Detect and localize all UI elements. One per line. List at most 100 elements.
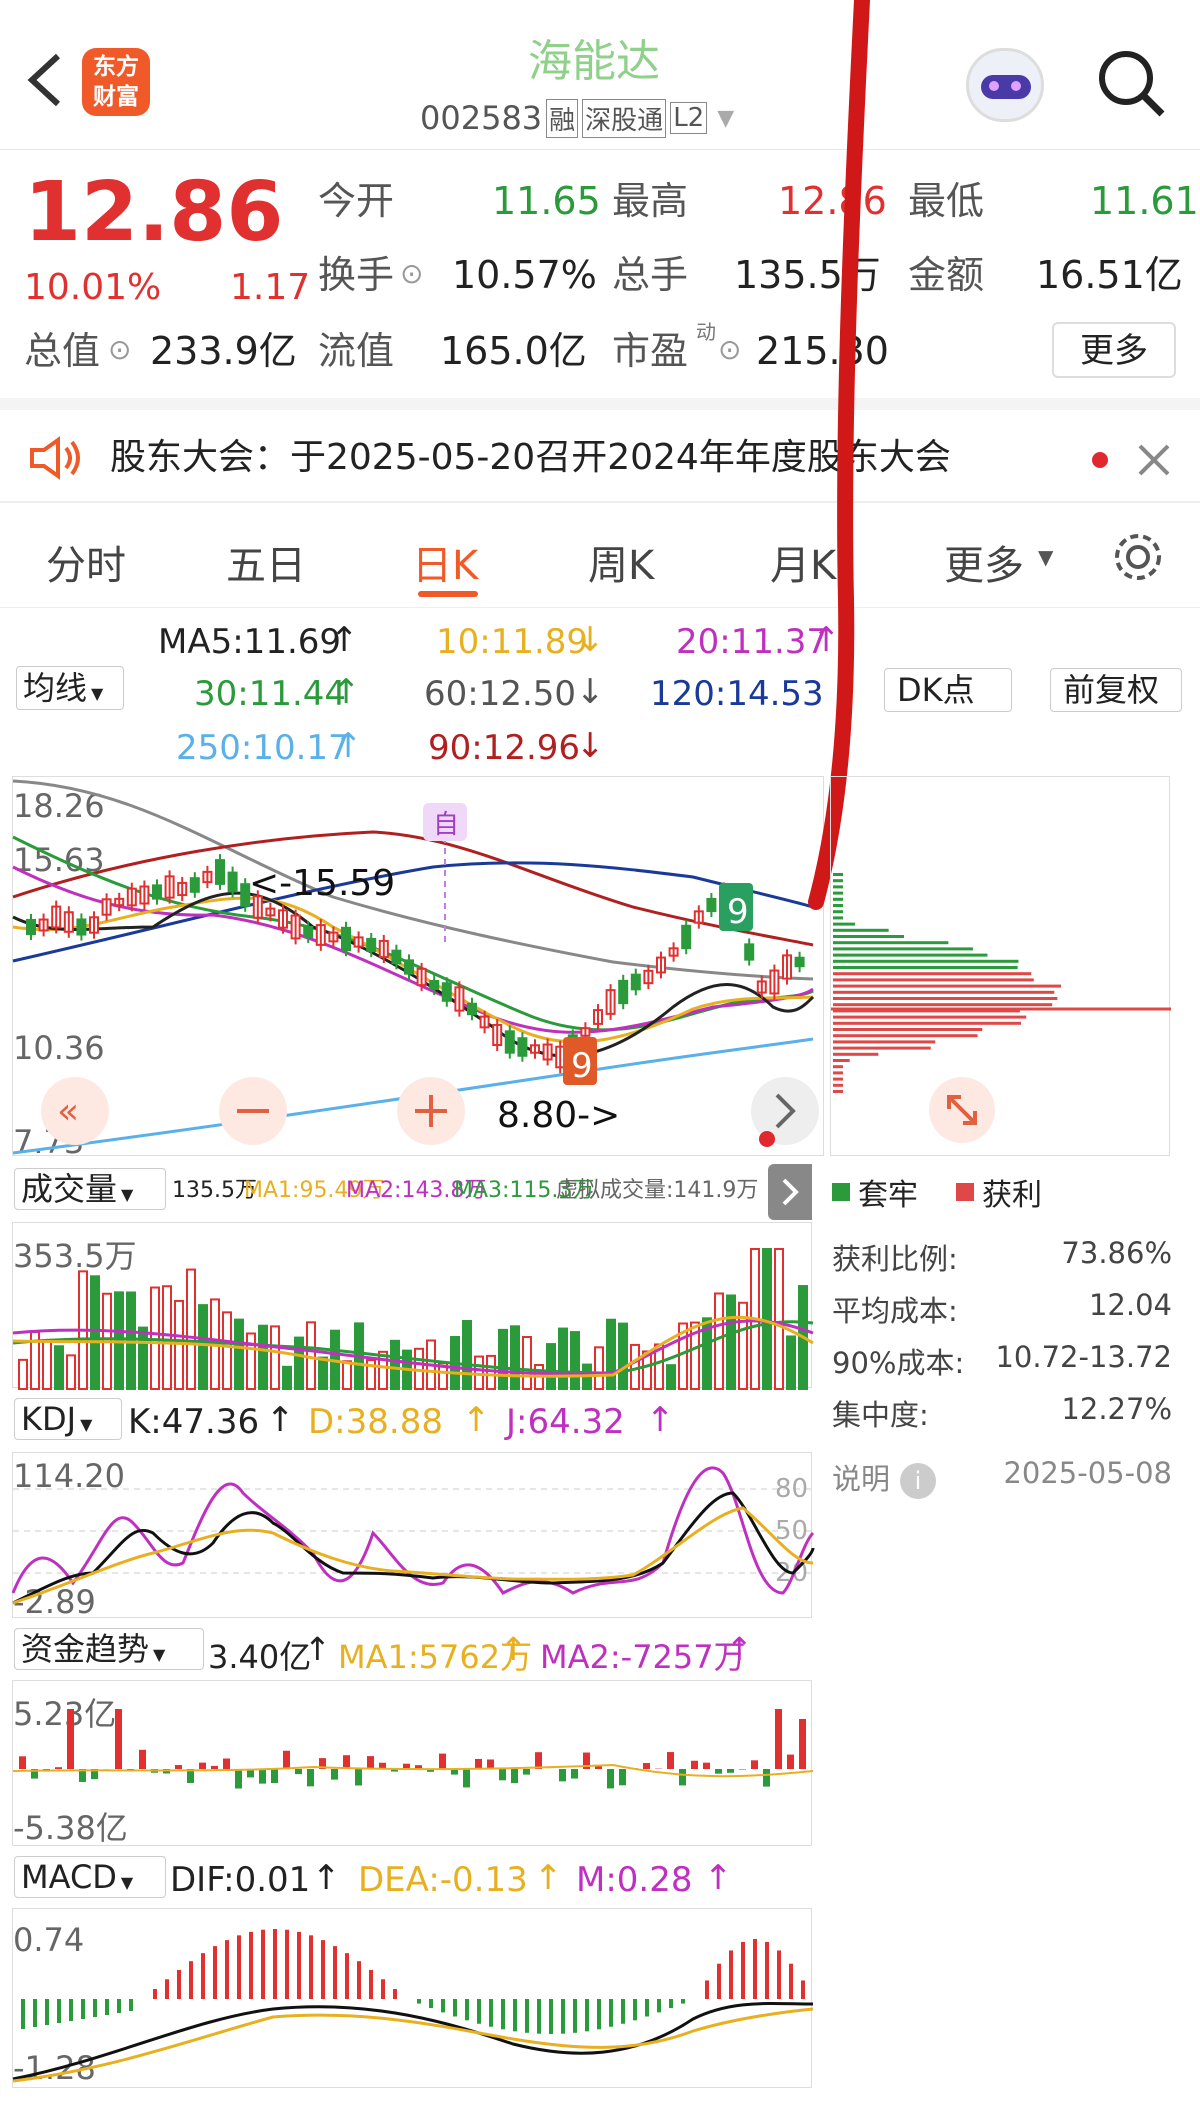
info-icon[interactable]: ⊙: [400, 260, 423, 288]
ma120-value: 120:14.53: [650, 674, 824, 714]
chip-bar: [833, 904, 843, 907]
fund-bar: [331, 1769, 338, 1780]
volume-bar: [54, 1345, 64, 1390]
ma60-arrow: ↓: [576, 672, 605, 712]
search-icon[interactable]: [1096, 48, 1168, 120]
macd-bar: [753, 1939, 757, 1999]
kdj-chart[interactable]: 114.20 -2.89 80 50 20: [11, 1452, 815, 1621]
kdj-j-line: [11, 1466, 815, 1595]
note-label[interactable]: 说明: [832, 1462, 890, 1496]
notice-bar[interactable]: 股东大会：于2025-05-20召开2024年年度股东大会: [0, 398, 1200, 503]
chip-bar: [833, 928, 889, 932]
panel-toggle-button[interactable]: [768, 1164, 812, 1220]
fund-selector[interactable]: 资金趋势 ▼: [14, 1628, 204, 1670]
settings-gear-icon[interactable]: [1110, 529, 1166, 585]
rewind-icon: «: [57, 1091, 79, 1132]
chip-bar: [833, 1034, 978, 1038]
high-label: 最高: [612, 179, 689, 223]
volume-bar: [318, 1356, 328, 1390]
period-tabs: 分时 五日 日K 周K 月K 更多 ▼: [0, 503, 1200, 608]
kdj-d: D:38.88: [308, 1402, 443, 1442]
info-icon[interactable]: ⊙: [108, 336, 131, 364]
ma-selector[interactable]: 均线 ▼: [16, 666, 124, 710]
pe-value: 215.30: [756, 329, 889, 373]
dk-point-button[interactable]: DK点: [884, 668, 1012, 712]
volume-bar: [666, 1364, 676, 1390]
volume-bar: [18, 1358, 28, 1391]
macd-bar: [477, 1999, 481, 2024]
fund-chart[interactable]: 5.23亿 -5.38亿: [12, 1680, 814, 1847]
volume-selector[interactable]: 成交量 ▼: [14, 1168, 166, 1210]
macd-selector[interactable]: MACD ▼: [14, 1856, 166, 1898]
macd-bar: [501, 1999, 505, 2030]
fund-selector-label: 资金趋势: [21, 1630, 150, 1668]
stat-label: 获利比例:: [832, 1242, 958, 1276]
info-icon[interactable]: i: [900, 1463, 937, 1499]
logo-line2: 财富: [93, 84, 139, 110]
caret-down-icon: ▼: [80, 1415, 93, 1434]
tab-daily-k[interactable]: 日K: [412, 533, 478, 591]
last-price: 12.86: [24, 165, 284, 260]
fund-bar: [667, 1752, 674, 1769]
kline-chart[interactable]: 18.26 15.63 10.36 7.73 自 <-15.59 8.80-> …: [12, 776, 824, 1161]
caret-down-icon: ▼: [1038, 545, 1054, 569]
fund-arrow: ↑: [304, 1630, 331, 1668]
tab-monthly-k[interactable]: 月K: [770, 533, 836, 591]
volume-header: 成交量 ▼ 135.5万 MA1:95.49万 MA2:143.8万 MA3:11…: [0, 1164, 812, 1220]
fund-bar: [727, 1769, 734, 1773]
ma20-value: 20:11.37: [676, 622, 829, 662]
fund-bar: [595, 1766, 602, 1769]
chip-bar: [833, 1083, 843, 1087]
volume-bar: [474, 1355, 484, 1390]
adjust-button[interactable]: 前复权: [1050, 668, 1182, 712]
macd-bar: [621, 1999, 625, 2024]
macd-bar: [45, 1999, 49, 2025]
info-icon[interactable]: ⊙: [718, 336, 741, 364]
robot-avatar-icon[interactable]: [966, 48, 1044, 122]
expand-button[interactable]: [929, 1077, 995, 1143]
open-value: 11.65: [492, 179, 601, 223]
expand-icon: [947, 1095, 977, 1125]
fund-bar: [643, 1763, 650, 1769]
candles: [26, 854, 805, 1074]
kdj-selector[interactable]: KDJ ▼: [14, 1398, 122, 1440]
fund-bar: [307, 1769, 314, 1787]
macd-bar: [417, 1999, 421, 2004]
fund-bar: [619, 1769, 626, 1786]
stock-code-row: 002583 融 深股通 L2 ▼: [420, 98, 734, 138]
macd-bar: [165, 1979, 169, 1999]
macd-chart[interactable]: 0.74 -1.28: [12, 1908, 814, 2088]
fund-bar: [355, 1769, 362, 1786]
macd-bar: [225, 1940, 229, 1999]
tab-five-day[interactable]: 五日: [226, 533, 306, 591]
back-icon[interactable]: [22, 50, 62, 110]
chip-bar: [833, 1040, 936, 1044]
low-note: 8.80->: [497, 1095, 620, 1136]
macd-bar: [357, 1961, 361, 1999]
close-icon[interactable]: [1136, 442, 1172, 478]
caret-down-icon[interactable]: ▼: [717, 106, 734, 131]
chip-bar: [833, 1052, 879, 1056]
macd-bar: [777, 1950, 781, 1999]
volume-bar: [498, 1328, 508, 1390]
fund-bar: [475, 1758, 482, 1769]
tag-margin: 融: [546, 98, 579, 138]
ma120-line: [12, 861, 814, 963]
tab-weekly-k[interactable]: 周K: [588, 533, 654, 591]
change-pct: 10.01%: [24, 267, 162, 308]
tab-intraday[interactable]: 分时: [46, 533, 126, 591]
fund-bar: [499, 1769, 506, 1781]
chip-bar: [833, 1065, 843, 1069]
volume-bar: [726, 1294, 736, 1390]
chip-bar: [833, 972, 1032, 976]
tab-more[interactable]: 更多: [944, 533, 1024, 591]
chip-bar: [833, 1046, 931, 1050]
volume-chart[interactable]: 353.5万: [12, 1222, 814, 1391]
more-button[interactable]: 更多: [1052, 322, 1176, 378]
seq-label-low: 9: [571, 1046, 593, 1086]
volume-bar: [570, 1331, 580, 1390]
ma5-value: MA5:11.69: [158, 622, 342, 662]
chip-distribution[interactable]: [830, 776, 1171, 1156]
volume-bar: [714, 1292, 724, 1390]
macd-bar: [333, 1946, 337, 1999]
